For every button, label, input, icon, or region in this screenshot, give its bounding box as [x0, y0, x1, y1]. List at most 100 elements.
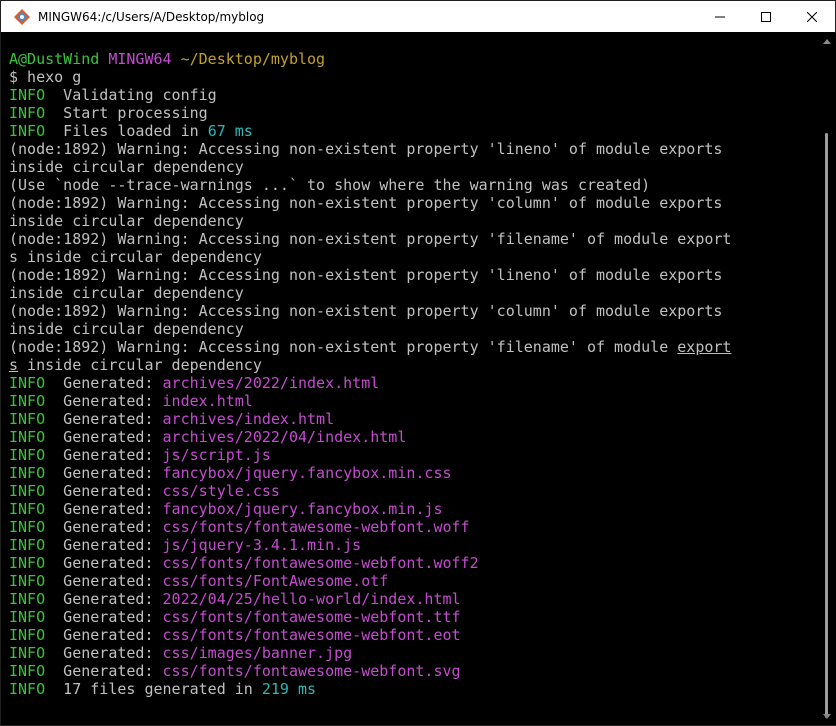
warning-line: (node:1892) Warning: Accessing non-exist…	[9, 338, 815, 356]
warning-text: (node:1892) Warning: Accessing non-exist…	[9, 338, 678, 356]
minimize-button[interactable]	[697, 1, 743, 32]
generated-file: index.html	[162, 392, 253, 410]
warning-line: inside circular dependency	[9, 212, 244, 230]
info-text: Start processing	[45, 104, 208, 122]
maximize-icon	[761, 11, 771, 22]
generated-file: css/fonts/fontawesome-webfont.woff	[162, 518, 470, 536]
generated-file: js/jquery-3.4.1.min.js	[162, 536, 362, 554]
generated-file: js/script.js	[162, 446, 271, 464]
warning-line: (node:1892) Warning: Accessing non-exist…	[9, 194, 723, 212]
terminal-window: MINGW64:/c/Users/A/Desktop/myblog A@Dust…	[0, 0, 836, 726]
close-button[interactable]	[789, 1, 835, 32]
warning-line: s inside circular dependency	[9, 248, 262, 266]
generated-line: INFO Generated: css/images/banner.jpg	[9, 644, 815, 662]
generated-label: Generated:	[45, 392, 163, 410]
warning-line: inside circular dependency	[9, 158, 244, 176]
warning-text: inside circular dependency	[18, 356, 262, 374]
summary-time: 219 ms	[261, 680, 317, 698]
generated-label: Generated:	[45, 482, 163, 500]
info-tag: INFO	[9, 86, 46, 104]
warning-line: inside circular dependency	[9, 320, 244, 338]
prompt-line: A@DustWind MINGW64 ~/Desktop/myblog	[9, 50, 815, 68]
generated-line: INFO Generated: js/jquery-3.4.1.min.js	[9, 536, 815, 554]
info-tag: INFO	[9, 122, 46, 140]
generated-label: Generated:	[45, 572, 163, 590]
maximize-button[interactable]	[743, 1, 789, 32]
generated-line: INFO Generated: css/fonts/fontawesome-we…	[9, 662, 815, 680]
info-tag: INFO	[9, 464, 46, 482]
generated-file: css/fonts/fontawesome-webfont.svg	[162, 662, 461, 680]
generated-line: INFO Generated: index.html	[9, 392, 815, 410]
generated-file: 2022/04/25/hello-world/index.html	[162, 590, 461, 608]
generated-line: INFO Generated: css/fonts/fontawesome-we…	[9, 608, 815, 626]
generated-file: archives/2022/04/index.html	[162, 428, 407, 446]
info-line: INFO Start processing	[9, 104, 815, 122]
minimize-icon	[715, 16, 725, 17]
prompt-user-host: A@DustWind	[9, 50, 100, 68]
info-tag: INFO	[9, 428, 46, 446]
generated-file: css/fonts/FontAwesome.otf	[162, 572, 389, 590]
generated-line: INFO Generated: css/style.css	[9, 482, 815, 500]
info-tag: INFO	[9, 608, 46, 626]
generated-label: Generated:	[45, 464, 163, 482]
window-title: MINGW64:/c/Users/A/Desktop/myblog	[38, 9, 265, 24]
summary-line: INFO 17 files generated in 219 ms	[9, 680, 815, 698]
git-bash-icon	[14, 8, 30, 25]
generated-line: INFO Generated: fancybox/jquery.fancybox…	[9, 500, 815, 518]
info-tag: INFO	[9, 374, 46, 392]
info-text: Validating config	[45, 86, 217, 104]
generated-file: css/fonts/fontawesome-webfont.ttf	[162, 608, 461, 626]
warning-line: (node:1892) Warning: Accessing non-exist…	[9, 140, 723, 158]
warning-text-underlined: s	[9, 356, 19, 374]
generated-file: css/images/banner.jpg	[162, 644, 353, 662]
info-line: INFO Validating config	[9, 86, 815, 104]
close-icon	[807, 11, 817, 22]
generated-line: INFO Generated: archives/2022/index.html	[9, 374, 815, 392]
generated-file: fancybox/jquery.fancybox.min.css	[162, 464, 452, 482]
generated-label: Generated:	[45, 410, 163, 428]
generated-line: INFO Generated: archives/2022/04/index.h…	[9, 428, 815, 446]
scrollbar-thumb[interactable]	[825, 133, 828, 718]
scroll-up-arrow-icon[interactable]	[823, 39, 831, 44]
info-tag: INFO	[9, 572, 46, 590]
generated-line: INFO Generated: 2022/04/25/hello-world/i…	[9, 590, 815, 608]
generated-label: Generated:	[45, 428, 163, 446]
info-tag: INFO	[9, 392, 46, 410]
prompt-path: ~/Desktop/myblog	[180, 50, 326, 68]
info-tag: INFO	[9, 680, 46, 698]
scroll-down-arrow-icon[interactable]	[823, 714, 831, 719]
info-tag: INFO	[9, 644, 46, 662]
generated-label: Generated:	[45, 662, 163, 680]
generated-line: INFO Generated: css/fonts/fontawesome-we…	[9, 554, 815, 572]
warning-line: (node:1892) Warning: Accessing non-exist…	[9, 230, 732, 248]
warning-text-underlined: export	[677, 338, 732, 356]
generated-line: INFO Generated: fancybox/jquery.fancybox…	[9, 464, 815, 482]
generated-line: INFO Generated: js/script.js	[9, 446, 815, 464]
warning-line: (Use `node --trace-warnings ...` to show…	[9, 176, 651, 194]
info-tag: INFO	[9, 104, 46, 122]
generated-line: INFO Generated: css/fonts/FontAwesome.ot…	[9, 572, 815, 590]
title-bar[interactable]: MINGW64:/c/Users/A/Desktop/myblog	[1, 1, 835, 32]
terminal-output[interactable]: A@DustWind MINGW64 ~/Desktop/myblog $ he…	[9, 50, 815, 710]
generated-label: Generated:	[45, 608, 163, 626]
info-tag: INFO	[9, 410, 46, 428]
generated-file: css/fonts/fontawesome-webfont.eot	[162, 626, 461, 644]
generated-file: fancybox/jquery.fancybox.min.js	[162, 500, 443, 518]
info-tag: INFO	[9, 482, 46, 500]
generated-file: archives/2022/index.html	[162, 374, 380, 392]
warning-line: s inside circular dependency	[9, 356, 815, 374]
generated-line: INFO Generated: css/fonts/fontawesome-we…	[9, 518, 815, 536]
generated-line: INFO Generated: archives/index.html	[9, 410, 815, 428]
generated-label: Generated:	[45, 446, 163, 464]
generated-label: Generated:	[45, 554, 163, 572]
info-text: Files loaded in	[45, 122, 208, 140]
info-tag: INFO	[9, 446, 46, 464]
generated-label: Generated:	[45, 644, 163, 662]
generated-file: css/fonts/fontawesome-webfont.woff2	[162, 554, 479, 572]
info-tag: INFO	[9, 626, 46, 644]
vertical-scrollbar[interactable]	[819, 33, 836, 725]
generated-label: Generated:	[45, 518, 163, 536]
generated-file: css/style.css	[162, 482, 280, 500]
generated-label: Generated:	[45, 626, 163, 644]
prompt-system: MINGW64	[108, 50, 172, 68]
